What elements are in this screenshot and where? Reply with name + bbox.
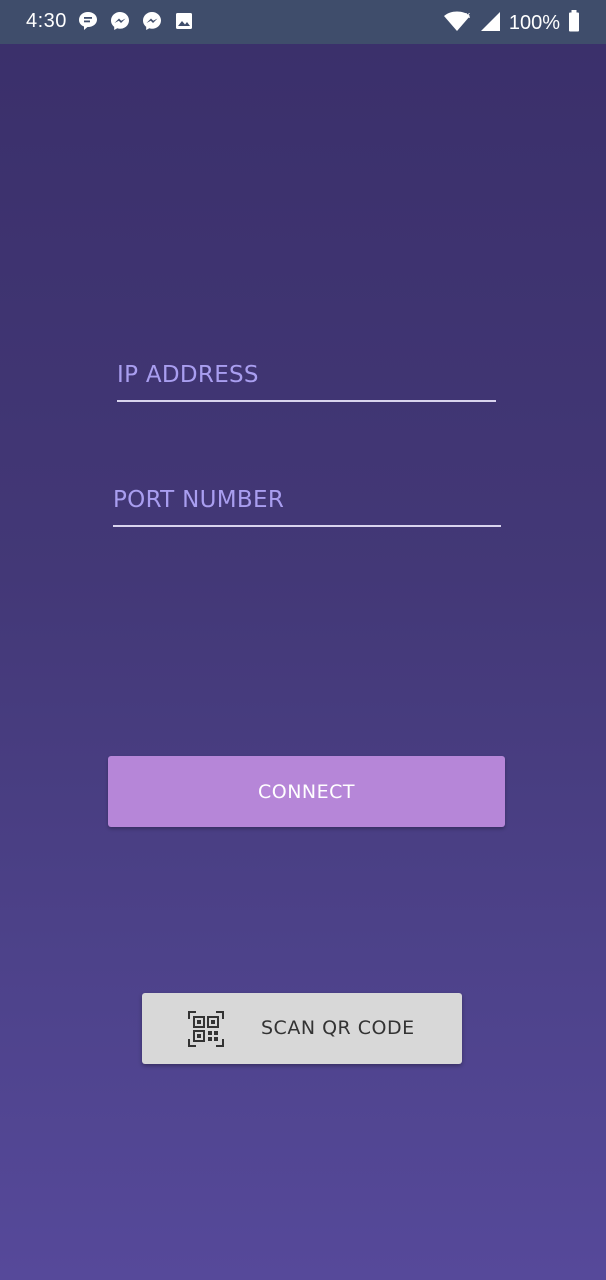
system-icons: x 100% [443,9,580,38]
scan-qr-code-label: SCAN QR CODE [261,1017,415,1039]
ip-address-placeholder: IP ADDRESS [117,362,259,388]
port-number-underline [113,525,501,527]
port-number-placeholder: PORT NUMBER [113,487,285,513]
port-number-field[interactable]: PORT NUMBER [113,485,501,529]
ip-address-underline [117,400,496,402]
notification-icons [78,11,194,31]
signal-icon [479,10,501,37]
connect-button[interactable]: CONNECT [108,756,505,827]
status-bar: 4:30 x 100% [0,0,606,44]
messenger-icon [110,11,130,31]
wifi-icon: x [443,9,471,38]
qr-code-icon [188,1011,224,1047]
ip-address-field[interactable]: IP ADDRESS [117,360,496,404]
status-time: 4:30 [26,10,67,32]
svg-text:x: x [465,11,471,21]
messenger-icon [142,11,162,31]
scan-qr-code-button[interactable]: SCAN QR CODE [142,993,462,1064]
battery-icon [568,10,580,37]
battery-percent: 100% [508,12,560,34]
connect-button-label: CONNECT [257,780,356,803]
gallery-icon [174,11,194,31]
chat-icon [78,11,98,31]
